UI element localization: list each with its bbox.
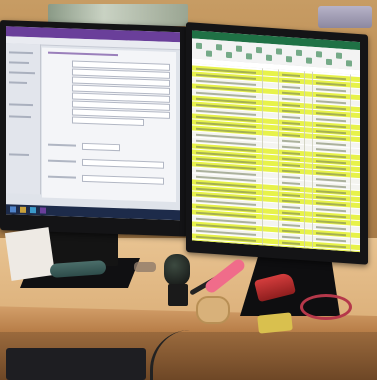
stamp-base xyxy=(168,284,188,306)
cell-text xyxy=(282,229,300,233)
ribbon-icon[interactable] xyxy=(296,49,302,57)
left-screen xyxy=(6,26,180,221)
cell-text xyxy=(282,163,300,167)
cell-text xyxy=(282,235,300,239)
cell-text xyxy=(282,187,300,191)
cell-text xyxy=(282,223,300,227)
ribbon-icon[interactable] xyxy=(246,53,252,60)
form-field[interactable] xyxy=(72,116,144,127)
form-field[interactable] xyxy=(82,174,164,185)
cell-text xyxy=(282,193,300,197)
form-field[interactable] xyxy=(82,158,164,169)
monitor-right xyxy=(186,22,368,265)
ribbon-icon[interactable] xyxy=(276,48,282,55)
column-divider xyxy=(312,71,313,249)
cell-text xyxy=(282,151,300,155)
cell-text xyxy=(282,91,300,95)
column-divider xyxy=(278,69,279,247)
paper-sheet xyxy=(4,227,56,281)
right-screen xyxy=(192,30,360,253)
start-icon[interactable] xyxy=(10,206,16,213)
tape-dispenser-icon xyxy=(196,296,230,324)
cell-text xyxy=(282,97,300,101)
cell-text xyxy=(282,121,300,125)
cell-text xyxy=(282,211,300,215)
yellow-box xyxy=(257,312,293,334)
cell-text xyxy=(282,145,300,149)
column-divider xyxy=(304,71,305,249)
cell-text xyxy=(282,139,300,143)
cell-text xyxy=(282,115,300,119)
shelf-items xyxy=(318,6,372,28)
stamp-icon xyxy=(164,254,190,286)
ribbon-icon[interactable] xyxy=(326,58,332,66)
app-sidebar xyxy=(6,43,41,195)
browser-icon[interactable] xyxy=(30,207,36,214)
cell-text xyxy=(282,181,300,185)
keyboard xyxy=(6,348,146,380)
app-form-area xyxy=(42,47,176,203)
ribbon-icon[interactable] xyxy=(256,46,262,54)
ribbon-icon[interactable] xyxy=(336,52,342,59)
red-cable xyxy=(300,294,352,320)
cell-text xyxy=(282,217,300,221)
folder-icon[interactable] xyxy=(20,206,26,213)
app-icon[interactable] xyxy=(40,207,46,214)
cell-text xyxy=(316,250,346,253)
cell-text xyxy=(282,157,300,161)
cell-text xyxy=(282,109,300,113)
cell-text xyxy=(282,73,300,77)
spreadsheet-grid[interactable] xyxy=(192,63,360,253)
ribbon-icon[interactable] xyxy=(206,50,212,57)
monitor-left xyxy=(0,20,188,237)
cell-text xyxy=(282,85,300,89)
cell-text xyxy=(282,169,300,173)
cell-text xyxy=(282,79,300,83)
pen-cup xyxy=(134,262,156,272)
form-field[interactable] xyxy=(82,142,120,152)
cell-text xyxy=(282,241,300,245)
ribbon-icon[interactable] xyxy=(266,54,272,62)
column-divider xyxy=(350,74,351,252)
ribbon-icon[interactable] xyxy=(286,55,292,63)
ribbon-icon[interactable] xyxy=(216,44,222,51)
ribbon-icon[interactable] xyxy=(236,45,242,52)
cell-text xyxy=(282,247,300,251)
ribbon-icon[interactable] xyxy=(306,57,312,64)
cell-text xyxy=(282,175,300,179)
cell-text xyxy=(282,133,300,137)
cell-text xyxy=(282,103,300,107)
taskbar xyxy=(6,204,180,221)
cell-text xyxy=(282,199,300,203)
ribbon-icon[interactable] xyxy=(346,60,352,67)
ribbon-icon[interactable] xyxy=(316,51,322,58)
cell-text xyxy=(282,205,300,209)
cell-text xyxy=(282,127,300,131)
ribbon-icon[interactable] xyxy=(196,42,202,50)
ribbon-icon[interactable] xyxy=(226,51,232,59)
cell-text xyxy=(196,241,256,248)
column-divider xyxy=(262,68,263,246)
